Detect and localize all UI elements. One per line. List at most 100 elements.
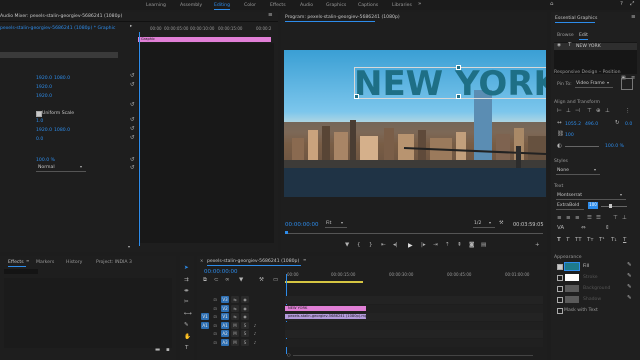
audio-mixer-tab[interactable]: Audio Mixer: pexels-stalin-georgiev-5686… — [0, 14, 122, 19]
workspace-effects[interactable]: Effects — [270, 3, 286, 8]
hand-tool-icon[interactable]: ✋ — [184, 334, 191, 341]
toggle-output-icon[interactable]: ◉ — [241, 313, 249, 320]
filter-icon[interactable]: ▾ — [128, 245, 130, 249]
text-bottom-icon[interactable]: ⊥ — [622, 215, 627, 222]
eyedropper-icon[interactable]: ✎ — [627, 273, 632, 280]
voice-over-icon[interactable] — [251, 296, 259, 303]
tab-browse[interactable]: Browse — [557, 33, 574, 38]
voice-over-icon[interactable] — [251, 313, 259, 320]
add-button-icon[interactable]: + — [535, 242, 540, 249]
add-marker-icon[interactable]: ▼ — [345, 242, 349, 249]
program-monitor-title[interactable]: Program: pexels-stalin-georgiev-5686241 … — [285, 15, 400, 20]
sync-lock-icon[interactable]: M — [231, 321, 239, 329]
voice-over-icon[interactable]: ♪ — [251, 339, 259, 346]
slip-tool-icon[interactable]: ⟷ — [184, 311, 192, 318]
home-icon[interactable]: ⌂ — [550, 1, 554, 8]
text-align-center-icon[interactable]: ≡ — [566, 215, 571, 222]
all-caps-icon[interactable]: TT — [575, 237, 582, 244]
text-anchor-handle[interactable] — [354, 94, 359, 99]
extract-icon[interactable]: ⇞ — [457, 242, 462, 249]
source-patch[interactable] — [201, 339, 209, 346]
reset-icon[interactable]: ↺ — [130, 102, 135, 109]
source-patch[interactable] — [201, 296, 209, 303]
track-lane[interactable] — [285, 321, 543, 330]
pen-tool-icon[interactable]: ✎ — [184, 322, 189, 329]
faux-bold-icon[interactable]: T — [557, 237, 561, 244]
current-timecode[interactable]: 00:00:00:00 — [285, 222, 319, 228]
tab-markers[interactable]: Markers — [36, 260, 54, 265]
track-lock-icon[interactable]: ⊡ — [211, 339, 219, 346]
font-dropdown[interactable]: Montserrat ▾ — [556, 193, 626, 200]
align-left-icon[interactable]: ⊢ — [557, 108, 562, 115]
track-lane[interactable] — [285, 296, 543, 304]
timeline-timecode[interactable]: 00:00:00:00 — [204, 269, 238, 275]
track-target[interactable]: A2 — [221, 330, 229, 337]
panel-menu-icon[interactable]: ≡ — [268, 12, 273, 19]
scale-value[interactable]: 1920.0 — [36, 85, 52, 90]
scale-value[interactable]: 100 — [565, 133, 574, 138]
position-y-value[interactable]: 1080.0 — [54, 76, 70, 81]
close-tab-icon[interactable]: × — [200, 259, 203, 263]
reset-icon[interactable]: ↺ — [130, 117, 135, 124]
go-to-in-icon[interactable]: ⇤ — [381, 242, 386, 249]
monitor-scrubber[interactable] — [285, 231, 543, 235]
rotation-value[interactable]: 0.0 — [625, 122, 632, 127]
justify-icon[interactable]: ☰ — [587, 215, 592, 222]
blend-mode-dropdown[interactable]: Normal ▾ — [36, 165, 86, 172]
mark-out-icon[interactable]: } — [369, 242, 373, 249]
align-right-icon[interactable]: ⊣ — [575, 108, 580, 115]
sync-lock-icon[interactable]: ⇆ — [231, 296, 239, 303]
toggle-output-icon[interactable]: S — [241, 330, 249, 337]
reset-icon[interactable]: ↺ — [130, 157, 135, 164]
tab-effects[interactable]: Effects — [8, 260, 24, 265]
panel-menu-icon[interactable]: ≡ — [26, 259, 29, 263]
faux-italic-icon[interactable]: T — [566, 237, 569, 244]
fullscreen-icon[interactable]: ⤢ — [630, 1, 634, 8]
position-x-value[interactable]: 1920.0 — [36, 76, 52, 81]
playhead-marker-icon[interactable] — [285, 231, 288, 234]
text-bounding-box[interactable] — [354, 67, 546, 99]
voice-over-icon[interactable] — [251, 305, 259, 312]
play-only-icon[interactable]: ▸ — [130, 24, 132, 30]
reset-icon[interactable]: ↺ — [130, 135, 135, 142]
fit-dropdown[interactable]: Fit ▾ — [325, 221, 347, 228]
appearance-color-swatch[interactable] — [565, 274, 579, 281]
razor-tool-icon[interactable]: ✂ — [184, 299, 189, 306]
appearance-color-swatch[interactable] — [564, 262, 580, 271]
kerning-icon[interactable]: ⇔ — [581, 225, 586, 232]
distribute-icon[interactable]: ⋮ — [625, 108, 631, 115]
tab-history[interactable]: History — [66, 260, 82, 265]
appearance-checkbox[interactable] — [557, 286, 563, 292]
small-caps-icon[interactable]: Tт — [587, 237, 594, 244]
opacity-slider[interactable] — [565, 146, 599, 147]
toggle-output-icon[interactable]: S — [241, 321, 249, 329]
reset-icon[interactable]: ↺ — [130, 126, 135, 133]
workspaces-menu-icon[interactable]: » — [418, 1, 421, 8]
track-lane[interactable] — [285, 338, 543, 347]
export-frame-icon[interactable]: ◙ — [469, 242, 474, 249]
appearance-color-swatch[interactable] — [565, 296, 579, 303]
eyedropper-icon[interactable]: ✎ — [627, 295, 632, 302]
comparison-view-icon[interactable]: ▤ — [481, 242, 486, 249]
weight-dropdown[interactable]: ExtraBold — [556, 203, 584, 210]
justify-all-icon[interactable]: ☰ — [596, 215, 601, 222]
anchor-y-value[interactable]: 1080.0 — [54, 128, 70, 133]
track-target[interactable]: A1 — [221, 321, 229, 329]
snap-icon[interactable]: ⊂ — [214, 277, 219, 284]
align-bottom-icon[interactable]: ⊥ — [605, 108, 610, 115]
effects-search-field[interactable] — [4, 269, 38, 274]
font-size-slider[interactable] — [601, 206, 627, 207]
resolution-dropdown[interactable]: 1/2 ▾ — [473, 221, 495, 228]
go-to-out-icon[interactable]: ⇥ — [433, 242, 438, 249]
position-x-value[interactable]: 1055.2 — [565, 122, 581, 127]
essential-graphics-title[interactable]: Essential Graphics — [555, 16, 597, 21]
workspace-graphics[interactable]: Graphics — [326, 3, 346, 8]
eyedropper-icon[interactable]: ✎ — [627, 262, 632, 269]
source-patch[interactable] — [201, 305, 209, 312]
visibility-eye-icon[interactable]: ◉ — [557, 43, 561, 49]
timeline-scrollbar[interactable] — [293, 355, 533, 356]
source-patch[interactable] — [201, 330, 209, 337]
tab-project[interactable]: Project: INDIA 3 — [96, 260, 132, 265]
opacity-value[interactable]: 100.0 % — [36, 158, 55, 163]
toggle-output-icon[interactable]: S — [241, 338, 249, 346]
